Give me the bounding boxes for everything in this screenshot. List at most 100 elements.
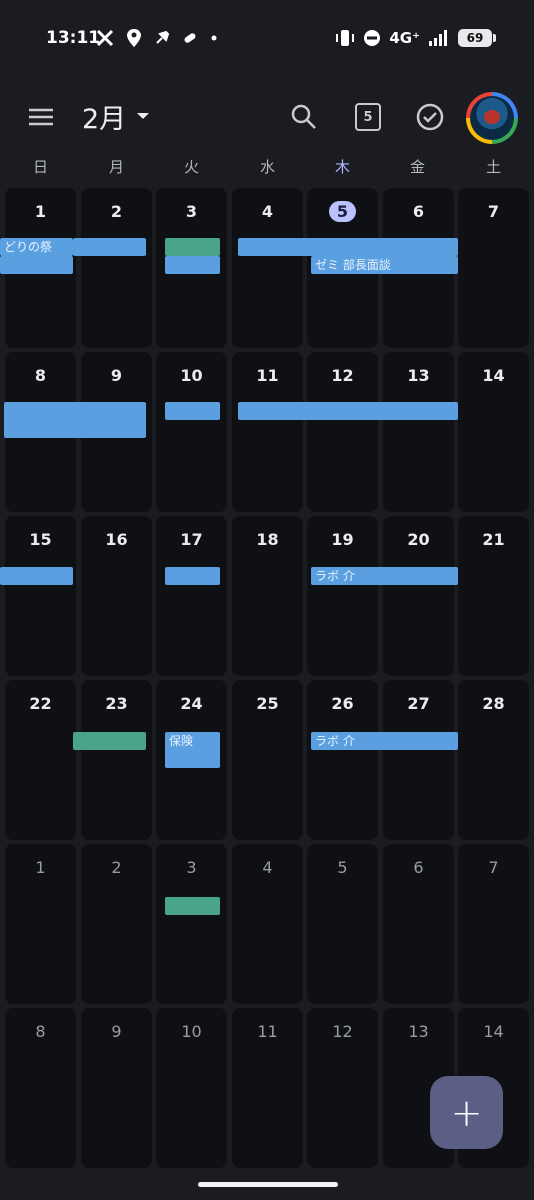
day-cell[interactable]: 25: [232, 680, 303, 840]
day-cell[interactable]: 4: [232, 188, 303, 348]
event-bar[interactable]: [165, 402, 220, 420]
event-bar[interactable]: [0, 567, 73, 585]
weekday-header: 日 月 火 水 木 金 土: [0, 156, 534, 180]
event-bar[interactable]: [165, 238, 220, 256]
day-cell[interactable]: 10: [156, 352, 227, 512]
day-number: 5: [337, 858, 348, 877]
signal-icon: [429, 30, 447, 46]
day-number: 2: [110, 202, 123, 221]
day-cell[interactable]: 12: [307, 1008, 378, 1168]
day-number: 13: [407, 366, 430, 385]
day-cell[interactable]: 19: [307, 516, 378, 676]
day-cell[interactable]: 14: [458, 352, 529, 512]
day-cell[interactable]: 1: [5, 844, 76, 1004]
day-number: 24: [180, 694, 203, 713]
day-cell[interactable]: 16: [81, 516, 152, 676]
day-number: 3: [185, 202, 198, 221]
day-number-today: 5: [307, 201, 378, 222]
network-type: 4G⁺: [389, 29, 420, 47]
day-cell[interactable]: 7: [458, 844, 529, 1004]
event-bar[interactable]: [165, 256, 220, 274]
event-bar[interactable]: [0, 256, 73, 274]
weekday-sat: 土: [485, 158, 501, 176]
event-bar[interactable]: [165, 897, 220, 915]
day-number: 15: [29, 530, 52, 549]
day-number: 16: [105, 530, 128, 549]
day-number: 19: [331, 530, 354, 549]
day-number: 7: [488, 858, 499, 877]
event-bar[interactable]: どりの祭: [0, 238, 73, 256]
day-cell[interactable]: 3: [156, 844, 227, 1004]
menu-button[interactable]: [26, 102, 56, 132]
day-number: 2: [111, 858, 122, 877]
day-number: 9: [111, 1022, 122, 1041]
check-circle-icon: [416, 103, 444, 131]
day-number: 14: [482, 366, 505, 385]
system-icons: 4G⁺ 69: [335, 26, 496, 50]
search-button[interactable]: [287, 100, 321, 134]
create-event-button[interactable]: +: [430, 1076, 503, 1149]
day-cell[interactable]: 27: [383, 680, 454, 840]
day-number: 9: [110, 366, 123, 385]
weekday-wed: 水: [259, 158, 275, 176]
day-cell[interactable]: 13: [383, 352, 454, 512]
event-bar[interactable]: ゼミ 部長面談: [311, 256, 458, 274]
tasks-button[interactable]: [413, 100, 447, 134]
event-bar[interactable]: [73, 732, 146, 750]
today-button[interactable]: 5: [351, 100, 385, 134]
event-bar[interactable]: [165, 567, 220, 585]
day-number: 11: [257, 1022, 278, 1041]
day-number: 1: [34, 202, 47, 221]
status-time: 13:11: [46, 28, 101, 48]
account-avatar[interactable]: [466, 92, 518, 144]
day-cell[interactable]: 17: [156, 516, 227, 676]
event-bar[interactable]: ラボ 介: [311, 732, 458, 750]
event-bar[interactable]: ラボ 介: [311, 567, 458, 585]
day-cell[interactable]: 28: [458, 680, 529, 840]
day-number: 11: [256, 366, 279, 385]
day-number: 27: [407, 694, 430, 713]
day-cell[interactable]: 11: [232, 352, 303, 512]
day-cell[interactable]: 5: [307, 844, 378, 1004]
event-bar[interactable]: [238, 402, 458, 420]
dot-icon: [211, 35, 217, 41]
dnd-icon: [364, 30, 381, 46]
day-number: 3: [186, 858, 197, 877]
day-cell[interactable]: 11: [232, 1008, 303, 1168]
day-cell[interactable]: 8: [5, 1008, 76, 1168]
day-number: 13: [408, 1022, 429, 1041]
day-cell[interactable]: 6: [383, 844, 454, 1004]
event-bar[interactable]: 保険: [165, 732, 220, 768]
day-cell[interactable]: 12: [307, 352, 378, 512]
day-cell[interactable]: 15: [5, 516, 76, 676]
event-bar[interactable]: [238, 238, 458, 256]
day-cell[interactable]: 7: [458, 188, 529, 348]
month-selector[interactable]: 2月: [82, 96, 150, 136]
home-indicator: [198, 1182, 338, 1187]
event-bar[interactable]: [73, 238, 146, 256]
day-number: 14: [483, 1022, 504, 1041]
weekday-sun: 日: [32, 158, 48, 176]
day-cell[interactable]: 9: [81, 1008, 152, 1168]
day-cell[interactable]: 10: [156, 1008, 227, 1168]
day-cell[interactable]: 26: [307, 680, 378, 840]
search-icon: [291, 104, 316, 129]
weekday-fri: 金: [409, 158, 425, 176]
x-logo-icon: [96, 29, 114, 47]
day-cell[interactable]: 22: [5, 680, 76, 840]
weekday-mon: 月: [108, 158, 124, 176]
day-number: 28: [482, 694, 505, 713]
day-cell[interactable]: 18: [232, 516, 303, 676]
notification-icons: [96, 26, 218, 50]
day-cell[interactable]: 20: [383, 516, 454, 676]
status-bar: 13:11 4G⁺ 69: [0, 0, 534, 78]
battery-icon: 69: [458, 29, 496, 47]
day-cell[interactable]: 21: [458, 516, 529, 676]
day-cell[interactable]: 23: [81, 680, 152, 840]
plus-icon: +: [450, 1090, 483, 1135]
day-cell[interactable]: 4: [232, 844, 303, 1004]
day-number: 26: [331, 694, 354, 713]
event-bar[interactable]: [4, 402, 146, 438]
day-cell[interactable]: 2: [81, 188, 152, 348]
day-cell[interactable]: 2: [81, 844, 152, 1004]
